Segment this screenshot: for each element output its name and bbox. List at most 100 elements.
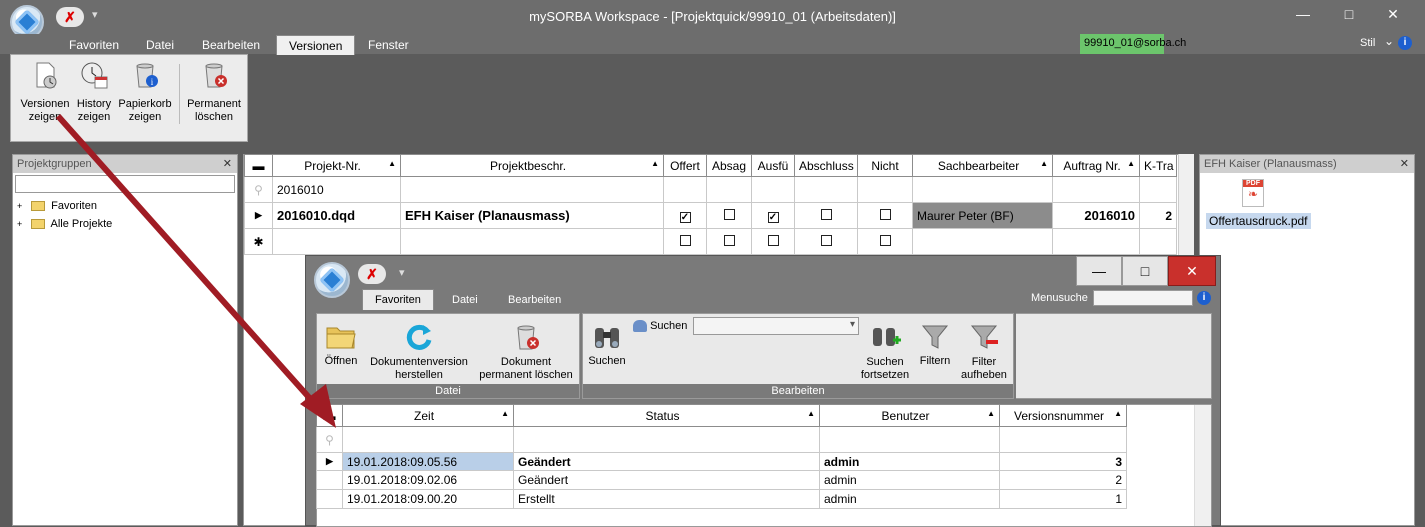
inner-minimize-button[interactable]: —: [1076, 256, 1122, 286]
history-zeigen-button[interactable]: History zeigen: [74, 60, 114, 124]
filter-projekt-nr-input[interactable]: 2016010: [272, 176, 401, 203]
filter-cell[interactable]: [400, 176, 664, 203]
filter-cell[interactable]: [751, 176, 795, 203]
col-k-tra[interactable]: K-Tra: [1139, 154, 1177, 177]
new-checkbox[interactable]: [679, 234, 691, 246]
stil-menu[interactable]: Stil: [1360, 37, 1375, 49]
new-cell[interactable]: [912, 228, 1053, 255]
tab-bearbeiten[interactable]: Bearbeiten: [202, 38, 260, 52]
row-header-corner[interactable]: ▬: [316, 404, 343, 427]
filter-cell[interactable]: [857, 176, 913, 203]
filter-aufheben-button[interactable]: Filter aufheben: [957, 322, 1011, 382]
dokument-permanent-loeschen-button[interactable]: Dokument permanent löschen: [473, 322, 579, 382]
col-absag[interactable]: Absag: [706, 154, 752, 177]
filter-cell[interactable]: [794, 176, 858, 203]
inner-close-button[interactable]: ✕: [1168, 256, 1216, 286]
filter-cell[interactable]: [663, 176, 707, 203]
col-offert[interactable]: Offert: [663, 154, 707, 177]
col-abschluss[interactable]: Abschluss: [794, 154, 858, 177]
col-sachbearbeiter[interactable]: Sachbearbeiter ▲: [912, 154, 1053, 177]
inner-app-orb[interactable]: [314, 262, 350, 298]
menusuche-input[interactable]: [1093, 290, 1193, 306]
filter-cell[interactable]: [819, 426, 1000, 453]
versionen-zeigen-button[interactable]: Versionen zeigen: [14, 60, 76, 124]
tab-versionen[interactable]: Versionen: [276, 35, 356, 55]
ausfu-checkbox[interactable]: ✓: [767, 211, 779, 223]
col-ausfu[interactable]: Ausfü: [751, 154, 795, 177]
panel-close-icon[interactable]: ✕: [1400, 157, 1409, 170]
new-row[interactable]: ✱: [244, 228, 1177, 255]
filter-cell[interactable]: [999, 426, 1127, 453]
cell-zeit[interactable]: 19.01.2018:09.02.06: [342, 470, 514, 490]
cell-status[interactable]: Erstellt: [513, 489, 820, 509]
stil-dropdown-icon[interactable]: ⌄: [1384, 34, 1394, 48]
tab-fenster[interactable]: Fenster: [368, 38, 409, 52]
cell-k-tra[interactable]: 2: [1139, 202, 1177, 229]
close-button[interactable]: ✕: [1380, 6, 1406, 23]
col-projektbeschr[interactable]: Projektbeschr. ▲: [400, 154, 664, 177]
new-cell[interactable]: [1052, 228, 1140, 255]
file-offertausdruck[interactable]: Offertausdruck.pdf: [1206, 213, 1311, 229]
cell-projekt-nr[interactable]: 2016010.dqd: [272, 202, 401, 229]
tab-favoriten[interactable]: Favoriten: [69, 38, 119, 52]
new-cell[interactable]: [272, 228, 401, 255]
offert-checkbox[interactable]: ✓: [679, 211, 691, 223]
col-projekt-nr[interactable]: Projekt-Nr. ▲: [272, 154, 401, 177]
filter-cell[interactable]: [513, 426, 820, 453]
nicht-checkbox[interactable]: [879, 208, 891, 220]
cell-zeit[interactable]: 19.01.2018:09.05.56: [342, 452, 514, 471]
cell-versionsnummer[interactable]: 1: [999, 489, 1127, 509]
info-icon[interactable]: i: [1398, 36, 1412, 50]
inner-tab-datei[interactable]: Datei: [452, 294, 478, 306]
suchen-button[interactable]: Suchen: [587, 322, 627, 367]
new-cell[interactable]: [400, 228, 664, 255]
cell-status[interactable]: Geändert: [513, 470, 820, 490]
inner-vertical-scrollbar[interactable]: [1194, 405, 1211, 526]
filter-icon[interactable]: ⚲: [244, 176, 273, 203]
inner-quick-close-button[interactable]: ✗: [358, 264, 386, 284]
tab-datei[interactable]: Datei: [146, 38, 174, 52]
projektgruppen-search-input[interactable]: [15, 175, 235, 193]
minimize-button[interactable]: —: [1290, 6, 1316, 22]
cell-zeit[interactable]: 19.01.2018:09.00.20: [342, 489, 514, 509]
cell-status[interactable]: Geändert: [513, 452, 820, 471]
col-versionsnummer[interactable]: Versionsnummer ▲: [999, 404, 1127, 427]
inner-tab-favoriten[interactable]: Favoriten: [362, 289, 434, 310]
inner-info-icon[interactable]: i: [1197, 291, 1211, 305]
col-status[interactable]: Status ▲: [513, 404, 820, 427]
col-nicht[interactable]: Nicht: [857, 154, 913, 177]
new-checkbox[interactable]: [820, 234, 832, 246]
col-zeit[interactable]: Zeit ▲: [342, 404, 514, 427]
filter-cell[interactable]: [342, 426, 514, 453]
table-row[interactable]: ▶ 19.01.2018:09.05.56 Geändert admin 3: [316, 452, 1127, 471]
new-checkbox[interactable]: [879, 234, 891, 246]
expand-icon[interactable]: +: [17, 197, 25, 215]
permanent-loeschen-button[interactable]: Permanent löschen: [183, 60, 245, 124]
inner-maximize-button[interactable]: □: [1122, 256, 1168, 286]
table-row[interactable]: ▶ 2016010.dqd EFH Kaiser (Planausmass) ✓…: [244, 202, 1177, 229]
new-checkbox[interactable]: [767, 234, 779, 246]
cell-versionsnummer[interactable]: 3: [999, 452, 1127, 471]
filter-cell[interactable]: [1139, 176, 1177, 203]
cell-benutzer[interactable]: admin: [819, 489, 1000, 509]
dokumentenversion-herstellen-button[interactable]: Dokumentenversion herstellen: [365, 322, 473, 382]
expand-icon[interactable]: +: [17, 215, 25, 233]
abschluss-checkbox[interactable]: [820, 208, 832, 220]
table-row[interactable]: 19.01.2018:09.00.20 Erstellt admin 1: [316, 489, 1127, 509]
cell-auftrag-nr[interactable]: 2016010: [1052, 202, 1140, 229]
filter-cell[interactable]: [912, 176, 1053, 203]
panel-close-icon[interactable]: ✕: [223, 157, 232, 170]
filtern-button[interactable]: Filtern: [915, 322, 955, 367]
row-header-corner[interactable]: ▬: [244, 154, 273, 177]
cell-benutzer[interactable]: admin: [819, 452, 1000, 471]
cell-projektbeschr[interactable]: EFH Kaiser (Planausmass): [400, 202, 664, 229]
tree-item-favoriten[interactable]: + Favoriten: [17, 197, 233, 215]
suchen-fortsetzen-button[interactable]: Suchen fortsetzen: [855, 322, 915, 382]
cell-sachbearbeiter[interactable]: Maurer Peter (BF): [912, 202, 1053, 229]
cell-benutzer[interactable]: admin: [819, 470, 1000, 490]
suchen-dropdown[interactable]: ▾: [693, 317, 859, 335]
new-checkbox[interactable]: [723, 234, 735, 246]
papierkorb-zeigen-button[interactable]: i Papierkorb zeigen: [114, 60, 176, 124]
inner-tab-bearbeiten[interactable]: Bearbeiten: [508, 294, 561, 306]
absag-checkbox[interactable]: [723, 208, 735, 220]
